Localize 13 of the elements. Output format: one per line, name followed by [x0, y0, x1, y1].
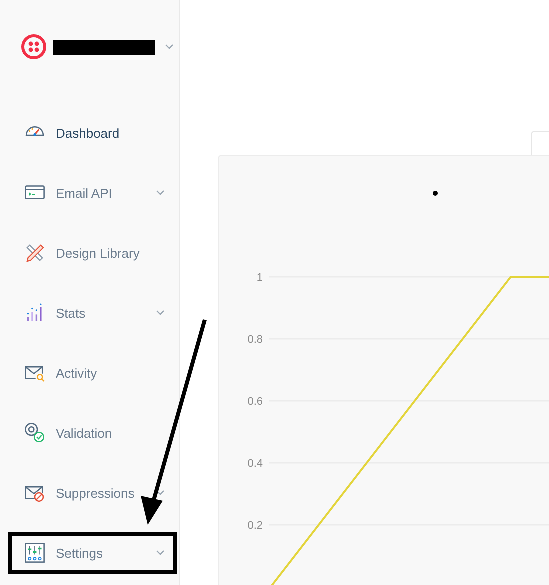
nav-item[interactable]: Settings: [8, 532, 177, 574]
nav-item[interactable]: Dashboard: [8, 112, 177, 154]
nav-item[interactable]: Suppressions: [8, 472, 177, 514]
nav-item[interactable]: Validation: [8, 412, 177, 454]
nav-item[interactable]: Stats: [8, 292, 177, 334]
y-tick-label: 1: [256, 272, 263, 284]
nav-item[interactable]: Email API: [8, 172, 177, 214]
y-tick-label: 0.4: [248, 458, 263, 470]
y-tick-label: 0.6: [248, 396, 263, 408]
y-tick-label: 0.8: [248, 334, 263, 346]
y-tick-label: 0.2: [248, 520, 263, 532]
nav-item[interactable]: Design Library: [8, 232, 177, 274]
nav-item[interactable]: Activity: [8, 352, 177, 394]
